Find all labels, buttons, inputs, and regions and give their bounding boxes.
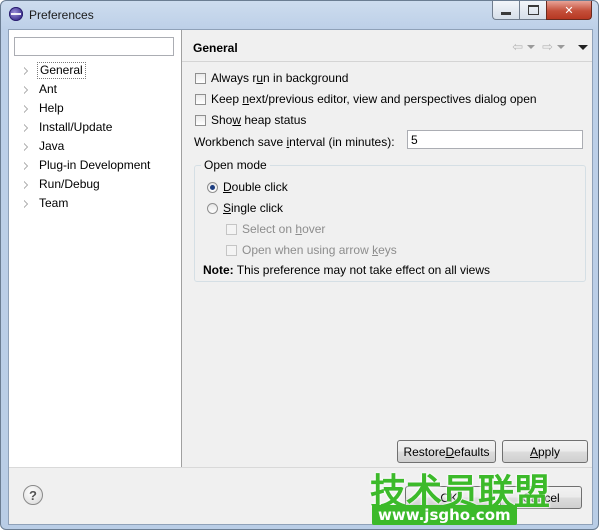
- double-click-radio[interactable]: Double click: [207, 179, 288, 195]
- expand-arrow-icon[interactable]: [24, 162, 28, 170]
- expand-arrow-icon[interactable]: [24, 86, 28, 94]
- page-navigation: ⇦ ⇨: [512, 40, 588, 54]
- checkbox-label: Select on hover: [242, 222, 326, 236]
- page-title: General: [193, 41, 238, 55]
- expand-arrow-icon[interactable]: [24, 143, 28, 151]
- radio-button[interactable]: [207, 181, 218, 193]
- tree-item-run-debug[interactable]: Run/Debug: [9, 175, 181, 194]
- checkbox-label: Keep next/previous editor, view and pers…: [211, 92, 537, 106]
- minimize-button[interactable]: [492, 1, 519, 20]
- expand-arrow-icon[interactable]: [24, 124, 28, 132]
- expand-arrow-icon[interactable]: [24, 181, 28, 189]
- window-frame: Preferences ✕ General Ant Help Install/U…: [0, 0, 599, 530]
- dialog-client-area: General Ant Help Install/Update Java Plu…: [8, 29, 593, 525]
- tree-item-install-update[interactable]: Install/Update: [9, 118, 181, 137]
- filter-input[interactable]: [14, 37, 174, 56]
- expand-arrow-icon[interactable]: [24, 200, 28, 208]
- close-icon: ✕: [564, 4, 574, 17]
- tree-item-ant[interactable]: Ant: [9, 80, 181, 99]
- checkbox-box[interactable]: [195, 114, 206, 126]
- restore-defaults-button[interactable]: Restore Defaults: [397, 440, 496, 463]
- tree-item-plugin-development[interactable]: Plug-in Development: [9, 156, 181, 175]
- open-mode-note: Note: This preference may not take effec…: [203, 263, 491, 277]
- minimize-icon: [501, 11, 511, 15]
- preference-tree-pane: General Ant Help Install/Update Java Plu…: [9, 30, 182, 467]
- tree-item-label: Run/Debug: [39, 177, 100, 191]
- view-menu-icon[interactable]: [578, 44, 588, 50]
- forward-arrow-icon[interactable]: ⇨: [542, 40, 553, 54]
- expand-arrow-icon[interactable]: [24, 105, 28, 113]
- checkbox-label: Open when using arrow keys: [242, 243, 397, 257]
- back-history-dropdown-icon[interactable]: [527, 45, 536, 49]
- checkbox-box[interactable]: [226, 223, 237, 235]
- show-heap-status-checkbox[interactable]: Show heap status: [195, 112, 306, 128]
- preference-page: General ⇦ ⇨ Always run in background Kee…: [182, 30, 592, 467]
- open-arrow-keys-checkbox[interactable]: Open when using arrow keys: [226, 242, 397, 258]
- back-arrow-icon[interactable]: ⇦: [512, 40, 523, 54]
- radio-button[interactable]: [207, 202, 218, 214]
- eclipse-app-icon: [9, 7, 23, 21]
- tree-item-team[interactable]: Team: [9, 194, 181, 213]
- always-run-checkbox[interactable]: Always run in background: [195, 70, 348, 86]
- single-click-radio[interactable]: Single click: [207, 200, 283, 216]
- tree-item-java[interactable]: Java: [9, 137, 181, 156]
- select-on-hover-checkbox[interactable]: Select on hover: [226, 221, 325, 237]
- checkbox-label: Show heap status: [211, 113, 307, 127]
- watermark-url: www.jsgho.com: [372, 505, 517, 525]
- tree-item-label: General: [37, 62, 86, 79]
- checkbox-box[interactable]: [226, 244, 237, 256]
- open-mode-group-title: Open mode: [201, 158, 270, 172]
- radio-label: Double click: [223, 180, 288, 194]
- tree-item-label: Plug-in Development: [39, 158, 151, 172]
- expand-arrow-icon[interactable]: [24, 67, 28, 75]
- forward-history-dropdown-icon[interactable]: [557, 45, 565, 49]
- save-interval-label: Workbench save interval (in minutes):: [194, 135, 395, 149]
- tree-item-label: Java: [39, 139, 65, 153]
- preference-tree: General Ant Help Install/Update Java Plu…: [9, 61, 181, 213]
- tree-item-help[interactable]: Help: [9, 99, 181, 118]
- keep-next-previous-checkbox[interactable]: Keep next/previous editor, view and pers…: [195, 91, 537, 107]
- window-controls: ✕: [492, 1, 592, 20]
- checkbox-label: Always run in background: [211, 71, 349, 85]
- radio-label: Single click: [223, 201, 284, 215]
- tree-item-label: Help: [39, 101, 64, 115]
- checkbox-box[interactable]: [195, 72, 206, 84]
- help-icon[interactable]: ?: [23, 485, 43, 505]
- checkbox-box[interactable]: [195, 93, 206, 105]
- save-interval-input[interactable]: 5: [407, 130, 583, 149]
- window-title: Preferences: [29, 8, 94, 22]
- header-separator: [182, 61, 592, 62]
- title-bar[interactable]: Preferences ✕: [1, 1, 598, 29]
- maximize-icon: [527, 5, 539, 15]
- tree-item-label: Ant: [39, 82, 58, 96]
- tree-item-label: Team: [39, 196, 69, 210]
- close-button[interactable]: ✕: [546, 1, 592, 20]
- maximize-button[interactable]: [519, 1, 546, 20]
- tree-item-general[interactable]: General: [9, 61, 181, 80]
- apply-button[interactable]: Apply: [502, 440, 588, 463]
- tree-item-label: Install/Update: [39, 120, 113, 134]
